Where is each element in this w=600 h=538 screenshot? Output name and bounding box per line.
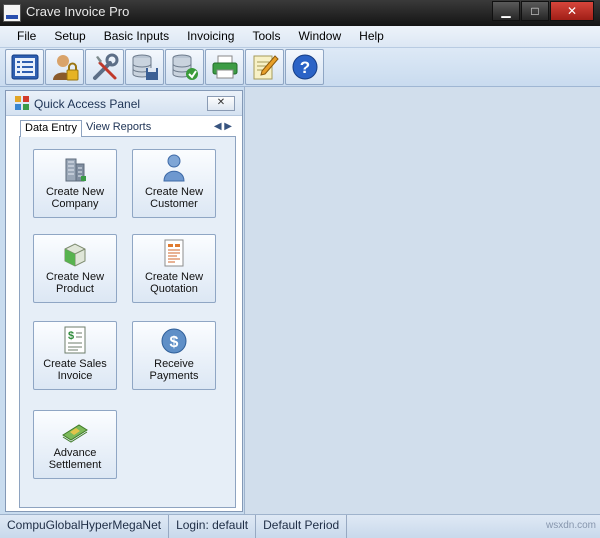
panel-header: Quick Access Panel ✕ <box>6 91 242 116</box>
backup-database-button[interactable] <box>125 49 164 85</box>
menu-help[interactable]: Help <box>350 26 393 47</box>
panel-tabs: Data Entry View Reports ◀ ▶ <box>16 120 238 137</box>
svg-text:$: $ <box>68 330 74 342</box>
data-entry-tab-content: Create New Company Create New Customer Cre… <box>19 136 236 508</box>
create-new-product-button[interactable]: Create New Product <box>33 234 117 303</box>
database-save-icon <box>132 54 158 80</box>
cash-bundle-icon <box>62 424 88 443</box>
window-title: Crave Invoice Pro <box>26 4 130 19</box>
tab-scroll-arrows[interactable]: ◀ ▶ <box>214 121 232 132</box>
tab-data-entry[interactable]: Data Entry <box>20 120 82 137</box>
tile-label-line1: Receive <box>154 358 194 370</box>
tile-label-line2: Product <box>56 283 94 295</box>
status-company: CompuGlobalHyperMegaNet <box>0 515 170 538</box>
menu-invoicing[interactable]: Invoicing <box>178 26 243 47</box>
help-icon: ? <box>292 54 317 80</box>
tile-label-line1: Create New <box>144 271 204 283</box>
minimize-button[interactable]: ▁ <box>492 1 520 21</box>
help-button[interactable]: ? <box>285 49 324 85</box>
close-button[interactable]: ✕ <box>550 1 594 21</box>
maximize-button[interactable]: □ <box>521 1 549 21</box>
quick-access-panel: Quick Access Panel ✕ Data Entry View Rep… <box>5 90 243 512</box>
user-lock-button[interactable] <box>45 49 84 85</box>
dollar-coin-icon: $ <box>161 328 187 354</box>
notes-button[interactable] <box>245 49 284 85</box>
tile-label-line2: Quotation <box>150 283 198 295</box>
status-login: Login: default <box>169 515 257 538</box>
notepad-pencil-icon <box>253 55 279 80</box>
create-sales-invoice-button[interactable]: $ Create Sales Invoice <box>33 321 117 390</box>
tile-label-line2: Payments <box>149 370 199 382</box>
tile-label-line2: Company <box>51 198 99 210</box>
menu-tools[interactable]: Tools <box>243 26 289 47</box>
menu-setup[interactable]: Setup <box>45 26 94 47</box>
restore-database-button[interactable] <box>165 49 204 85</box>
tile-label-line1: Create New <box>45 186 105 198</box>
list-view-button[interactable] <box>5 49 44 85</box>
person-icon <box>163 154 185 182</box>
tile-label-line1: Create New <box>144 186 204 198</box>
box-icon <box>64 243 86 267</box>
printer-icon <box>212 55 237 79</box>
tile-label-line1: Create New <box>45 271 105 283</box>
user-lock-icon <box>52 55 78 81</box>
create-new-company-button[interactable]: Create New Company <box>33 149 117 218</box>
invoice-dollar-icon: $ <box>64 326 86 354</box>
menu-file[interactable]: File <box>0 26 45 47</box>
building-icon <box>65 158 86 182</box>
svg-text:$: $ <box>170 334 179 351</box>
create-new-quotation-button[interactable]: Create New Quotation <box>132 234 216 303</box>
tile-label-line2: Settlement <box>48 459 102 471</box>
receive-payments-button[interactable]: $ Receive Payments <box>132 321 216 390</box>
print-button[interactable] <box>205 49 244 85</box>
list-view-icon <box>11 54 38 80</box>
status-period: Default Period <box>256 515 348 538</box>
title-bar: Crave Invoice Pro ▁ □ ✕ <box>0 0 600 26</box>
toolbar: ? <box>0 48 600 87</box>
tab-view-reports[interactable]: View Reports <box>82 120 155 135</box>
panel-title: Quick Access Panel <box>34 97 141 111</box>
panel-grid-icon <box>15 96 29 110</box>
menu-bar: File Setup Basic Inputs Invoicing Tools … <box>0 26 600 48</box>
create-new-customer-button[interactable]: Create New Customer <box>132 149 216 218</box>
mdi-workspace <box>244 87 600 514</box>
tools-icon <box>92 53 118 80</box>
quotation-document-icon <box>164 239 184 267</box>
tools-button[interactable] <box>85 49 124 85</box>
advance-settlement-button[interactable]: Advance Settlement <box>33 410 117 479</box>
database-restore-icon <box>172 54 198 80</box>
app-window: Crave Invoice Pro ▁ □ ✕ File Setup Basic… <box>0 0 600 538</box>
status-bar: CompuGlobalHyperMegaNet Login: default D… <box>0 514 600 538</box>
tile-label-line1: Create Sales <box>43 358 107 370</box>
watermark-text: wsxdn.com <box>545 520 596 531</box>
svg-text:?: ? <box>299 58 309 77</box>
tile-label-line1: Advance <box>53 447 97 459</box>
app-logo-icon <box>3 4 21 22</box>
panel-close-button[interactable]: ✕ <box>207 96 235 111</box>
tile-label-line2: Invoice <box>57 370 93 382</box>
menu-basic-inputs[interactable]: Basic Inputs <box>95 26 178 47</box>
menu-window[interactable]: Window <box>289 26 350 47</box>
tile-label-line2: Customer <box>150 198 198 210</box>
